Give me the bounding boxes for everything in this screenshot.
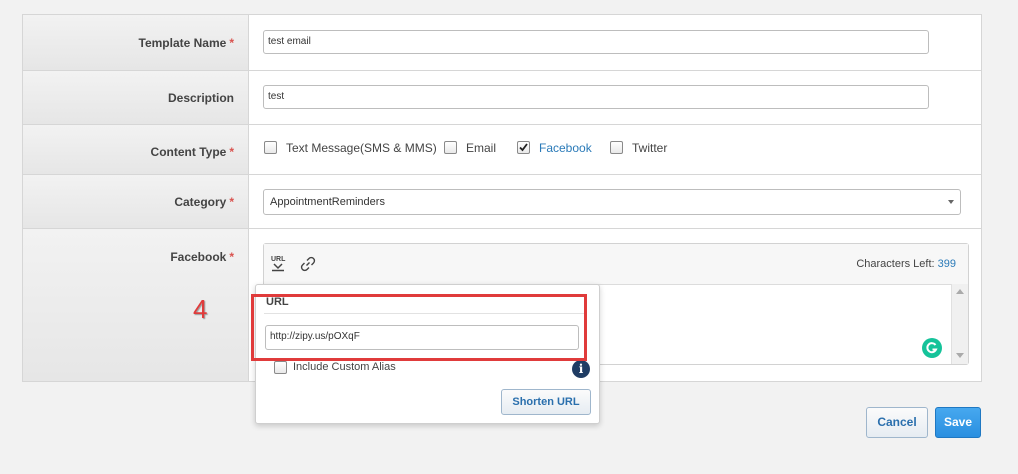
template-name-input[interactable]: test email xyxy=(263,30,929,54)
text-message-label: Text Message(SMS & MMS) xyxy=(286,141,437,155)
facebook-label: Facebook xyxy=(539,141,592,155)
url-insert-icon[interactable]: URL xyxy=(270,254,286,272)
editor-toolbar: URL Characters Left: 399 xyxy=(264,244,968,285)
category-select[interactable]: AppointmentReminders xyxy=(263,189,961,215)
required-marker: * xyxy=(229,36,234,50)
svg-text:URL: URL xyxy=(271,256,286,263)
scroll-down-icon[interactable] xyxy=(956,353,964,358)
link-icon[interactable] xyxy=(300,256,316,272)
category-value: AppointmentReminders xyxy=(270,196,385,208)
checkmark-icon xyxy=(519,143,528,152)
shorten-url-button[interactable]: Shorten URL xyxy=(501,389,591,415)
editor-scrollbar[interactable] xyxy=(951,284,968,364)
content-type-label: Content Type * xyxy=(23,125,249,174)
grammarly-icon[interactable] xyxy=(922,338,942,358)
required-marker: * xyxy=(229,195,234,209)
custom-alias-label: Include Custom Alias xyxy=(293,361,396,373)
scroll-up-icon[interactable] xyxy=(956,289,964,294)
required-marker: * xyxy=(229,145,234,159)
twitter-checkbox[interactable] xyxy=(610,141,623,154)
description-label: Description xyxy=(23,71,249,124)
annotation-step-number: 4 xyxy=(193,294,208,324)
save-button[interactable]: Save xyxy=(935,407,981,438)
facebook-field-label: Facebook * xyxy=(23,229,249,381)
row-template-name: Template Name * test email xyxy=(23,15,981,71)
info-icon[interactable]: i xyxy=(572,360,590,378)
row-description: Description test xyxy=(23,71,981,125)
text-message-checkbox[interactable] xyxy=(264,141,277,154)
chevron-down-icon xyxy=(948,200,954,204)
email-checkbox[interactable] xyxy=(444,141,457,154)
row-category: Category * AppointmentReminders xyxy=(23,175,981,229)
twitter-label: Twitter xyxy=(632,141,668,155)
description-input[interactable]: test xyxy=(263,85,929,109)
template-form-panel: Template Name * test email Description te… xyxy=(0,0,1000,462)
facebook-checkbox[interactable] xyxy=(517,141,530,154)
characters-left: Characters Left: 399 xyxy=(856,258,956,270)
custom-alias-checkbox[interactable] xyxy=(274,361,287,374)
annotation-highlight-box xyxy=(251,294,587,361)
required-marker: * xyxy=(229,250,234,264)
characters-left-count: 399 xyxy=(937,258,956,270)
email-label: Email xyxy=(466,141,497,155)
category-label: Category * xyxy=(23,175,249,228)
template-name-label: Template Name * xyxy=(23,15,249,70)
cancel-button[interactable]: Cancel xyxy=(866,407,928,438)
row-content-type: Content Type * Text Message(SMS & MMS) Em… xyxy=(23,125,981,175)
